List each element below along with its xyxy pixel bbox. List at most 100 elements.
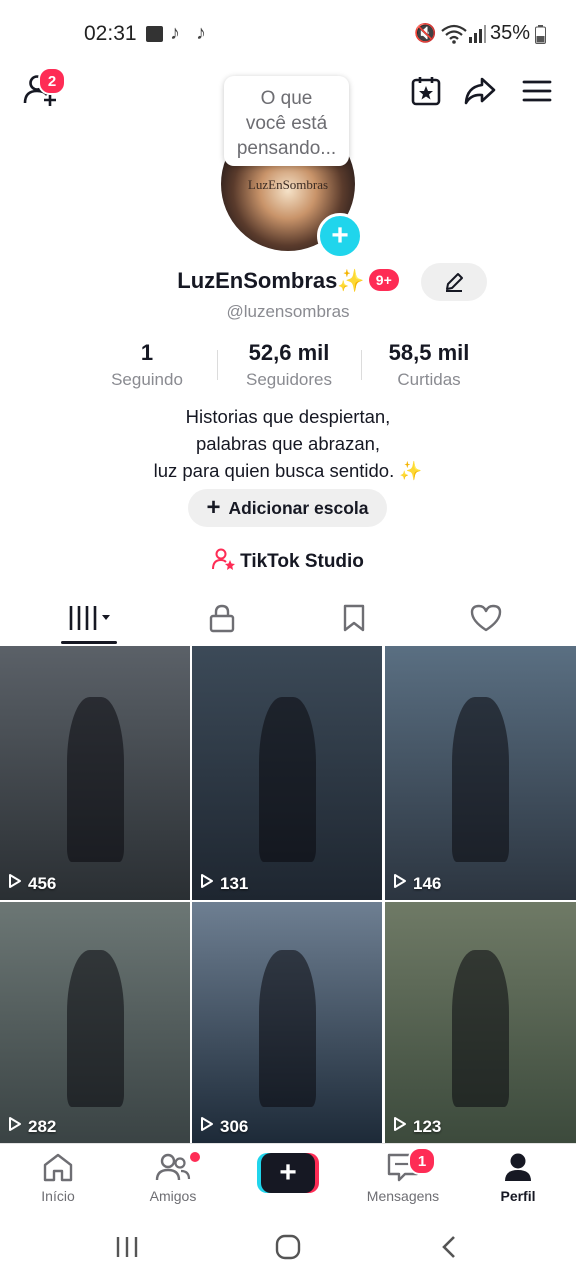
thumbnail-figure [451, 950, 510, 1107]
wifi-icon [441, 24, 467, 44]
share-button[interactable] [461, 72, 499, 110]
video-views-count: 123 [413, 1116, 442, 1136]
stat-following[interactable]: 1 Seguindo [82, 340, 212, 390]
add-story-button[interactable]: + [317, 213, 363, 259]
video-views: 282 [8, 1116, 56, 1137]
tab-saved[interactable] [332, 598, 376, 638]
system-nav-bar [0, 1213, 576, 1280]
video-views-count: 456 [28, 873, 57, 893]
stat-following-label: Seguindo [111, 370, 183, 389]
plus-icon: + [331, 219, 349, 252]
video-thumbnail[interactable]: 146 [385, 646, 576, 900]
thumbnail-figure [258, 696, 316, 862]
video-views-count: 282 [28, 1116, 57, 1136]
video-views: 456 [8, 873, 56, 894]
video-views: 123 [393, 1116, 441, 1137]
tab-private[interactable] [200, 598, 244, 638]
play-icon [393, 1116, 407, 1137]
messages-badge: 1 [408, 1147, 436, 1175]
video-views-count: 146 [413, 873, 442, 893]
stat-followers-value: 52,6 mil [248, 340, 330, 365]
play-icon [200, 1116, 214, 1137]
avatar-text: LuzEnSombras [247, 177, 329, 192]
video-views: 146 [393, 873, 441, 894]
add-school-button[interactable]: + Adicionar escola [188, 489, 387, 527]
video-views-count: 306 [220, 1116, 249, 1136]
edit-profile-button[interactable] [421, 263, 487, 301]
mute-icon: 🔇 [414, 23, 437, 43]
menu-button[interactable] [518, 74, 556, 108]
battery-icon [535, 25, 546, 44]
play-icon [8, 873, 22, 894]
stat-likes-value: 58,5 mil [388, 340, 470, 365]
recent-apps-icon[interactable] [114, 1235, 140, 1259]
nav-friends[interactable]: Amigos [125, 1152, 221, 1204]
plus-icon: + [206, 494, 221, 521]
profile-badge[interactable]: 9+ [368, 269, 399, 291]
play-icon [8, 1116, 22, 1137]
back-icon[interactable] [440, 1235, 460, 1259]
stat-divider [361, 350, 362, 380]
create-button[interactable]: + [257, 1153, 319, 1193]
video-thumbnail[interactable]: 131 [192, 646, 382, 900]
friends-icon [155, 1153, 191, 1181]
friends-dot-badge [190, 1152, 200, 1162]
grid-videos-icon [69, 606, 110, 630]
nav-messages-label: Mensagens [366, 1188, 440, 1204]
home-nav-icon[interactable] [275, 1234, 301, 1260]
video-thumbnail[interactable]: 456 [0, 646, 190, 900]
add-school-label: Adicionar escola [228, 497, 369, 518]
stat-followers[interactable]: 52,6 mil Seguidores [224, 340, 354, 390]
video-thumbnail[interactable]: 123 [385, 902, 576, 1143]
nav-profile-label: Perfil [500, 1188, 536, 1204]
nav-friends-label: Amigos [149, 1188, 197, 1204]
calendar-button[interactable] [407, 72, 445, 110]
tab-videos[interactable] [61, 598, 117, 638]
profile-name-row: LuzEnSombras✨ 9+ [0, 268, 576, 294]
thumbnail-figure [258, 950, 316, 1107]
tab-active-indicator [61, 641, 117, 644]
hamburger-menu-icon [522, 80, 552, 102]
stat-following-value: 1 [140, 340, 154, 365]
bio: Historias que despiertan, palabras que a… [0, 403, 576, 484]
nav-home[interactable]: Início [10, 1152, 106, 1204]
nav-profile[interactable]: Perfil [470, 1152, 566, 1204]
nav-messages[interactable]: Mensagens [355, 1152, 451, 1204]
nav-home-label: Início [41, 1188, 75, 1204]
bookmark-icon [343, 604, 365, 632]
tiktok-studio-link[interactable]: TikTok Studio [0, 547, 576, 573]
plus-icon: + [261, 1153, 315, 1193]
play-icon [393, 873, 407, 894]
video-thumbnail[interactable]: 282 [0, 902, 190, 1143]
profile-icon [505, 1153, 531, 1181]
studio-label: TikTok Studio [240, 551, 364, 572]
profile-handle: @luzensombras [226, 302, 350, 321]
heart-icon [470, 604, 502, 632]
stat-followers-label: Seguidores [245, 370, 332, 389]
tiktok-notification-icon-2: ♪ [196, 22, 206, 44]
video-views: 306 [200, 1116, 248, 1137]
thought-bubble[interactable]: O que você está pensando... [224, 76, 349, 166]
notification-badge: 2 [38, 67, 66, 95]
lock-icon [209, 604, 235, 633]
video-views-count: 131 [220, 873, 249, 893]
bio-line: Historias que despiertan, [185, 406, 391, 427]
bottom-nav: Início Amigos + Mensagens 1 Perfil [0, 1143, 576, 1214]
play-icon [200, 873, 214, 894]
image-notification-icon [146, 26, 163, 42]
bio-line: palabras que abrazan, [195, 433, 381, 454]
video-thumbnail[interactable]: 306 [192, 902, 382, 1143]
battery-percent: 35% [490, 22, 531, 44]
video-views: 131 [200, 873, 248, 894]
tiktok-notification-icon: ♪ [170, 22, 180, 44]
bio-line: luz para quien busca sentido. ✨ [153, 460, 423, 481]
thumbnail-figure [451, 696, 510, 862]
calendar-star-icon [411, 77, 441, 106]
profile-name: LuzEnSombras✨ [177, 268, 365, 293]
stat-likes[interactable]: 58,5 mil Curtidas [364, 340, 494, 390]
tab-liked[interactable] [464, 598, 508, 638]
stat-likes-label: Curtidas [397, 370, 461, 389]
stat-divider [217, 350, 218, 380]
share-icon [464, 77, 496, 105]
studio-icon [212, 548, 236, 570]
